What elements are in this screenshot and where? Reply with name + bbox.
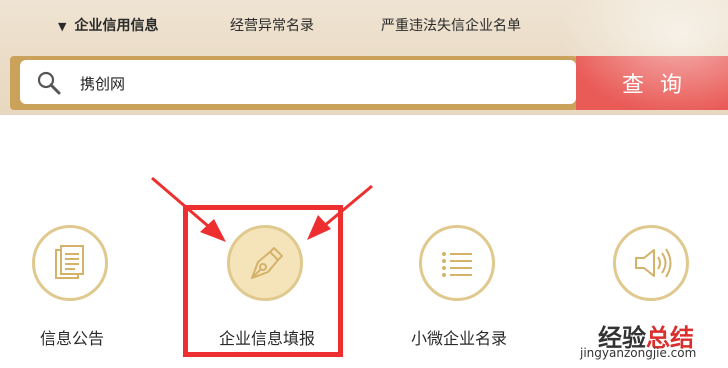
header-banner: ▼ 企业信用信息 经营异常名录 严重违法失信企业名单 携创网 查询: [0, 0, 728, 115]
tab-abnormal-list[interactable]: 经营异常名录: [230, 15, 314, 35]
magnifier-icon: [37, 71, 61, 95]
tab-abnormal-list-label: 经营异常名录: [230, 18, 314, 34]
search-query-text: 携创网: [80, 75, 126, 93]
feature-icon-circle: [419, 225, 495, 301]
tab-dishonest-list[interactable]: 严重违法失信企业名单: [381, 15, 521, 35]
active-arrow-icon: ▼: [58, 20, 67, 33]
search-input[interactable]: 携创网: [20, 60, 576, 104]
tab-credit-info-label: 企业信用信息: [74, 18, 159, 34]
watermark: 经验总结 jingyanzongjie.com: [580, 312, 728, 368]
document-icon: [55, 245, 84, 279]
feature-label: 小微企业名录: [410, 329, 507, 348]
tab-credit-info[interactable]: ▼ 企业信用信息: [58, 15, 158, 35]
watermark-url: jingyanzongjie.com: [580, 346, 697, 360]
tab-dishonest-list-label: 严重违法失信企业名单: [381, 18, 521, 34]
feature-icon-circle: [32, 225, 108, 301]
annotation-highlight-box: [183, 205, 343, 357]
search-button[interactable]: 查询: [576, 56, 728, 110]
feature-label: 信息公告: [39, 329, 104, 348]
feature-icon-circle: [613, 225, 689, 301]
speaker-icon: [635, 248, 672, 278]
search-bar: 携创网: [10, 56, 578, 110]
nav-tabs: ▼ 企业信用信息 经营异常名录 严重违法失信企业名单: [0, 0, 728, 50]
list-icon: [442, 252, 472, 277]
